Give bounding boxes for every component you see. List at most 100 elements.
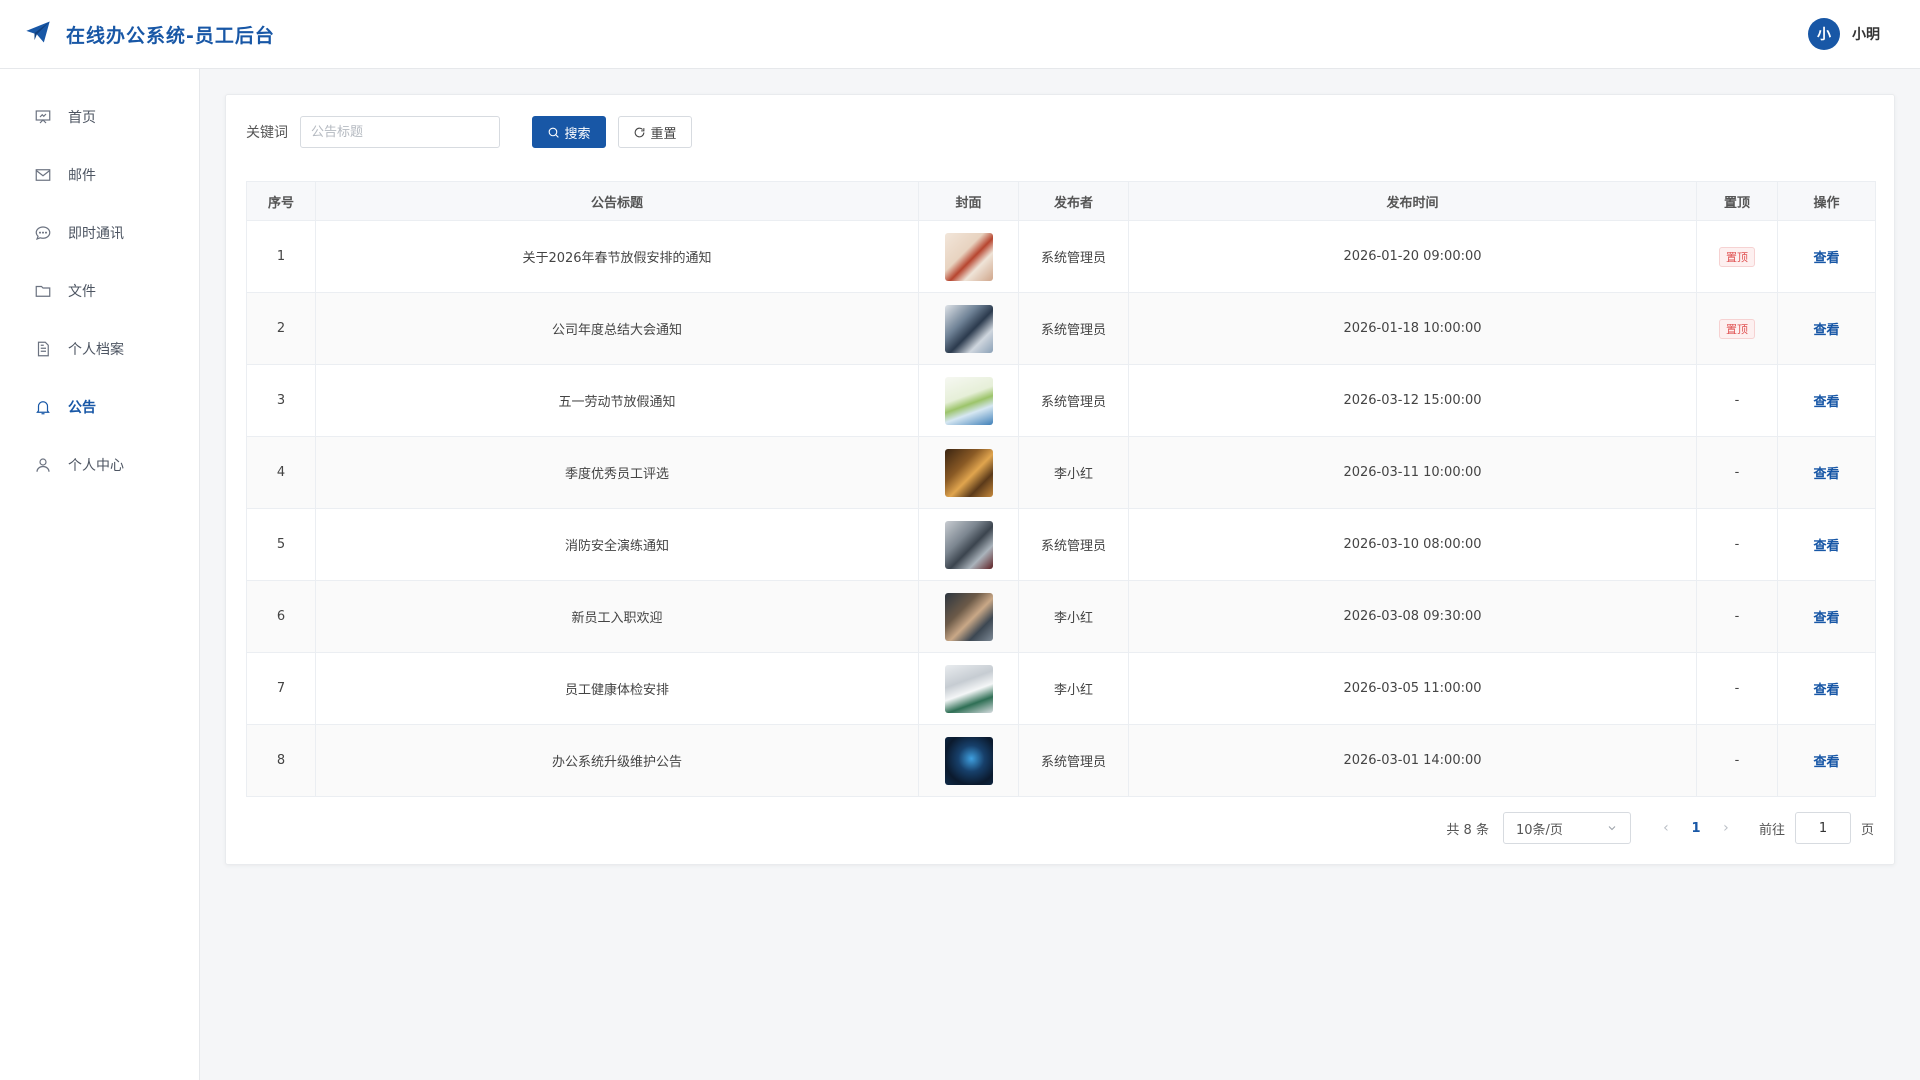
cover-image[interactable] xyxy=(944,448,993,497)
cell-no: 2 xyxy=(246,292,316,365)
cell-title: 季度优秀员工评选 xyxy=(315,436,919,509)
view-link[interactable]: 查看 xyxy=(1813,323,1839,338)
cell-time: 2026-03-12 15:00:00 xyxy=(1128,364,1697,437)
sidebar-item-label: 个人档案 xyxy=(68,342,124,358)
view-link[interactable]: 查看 xyxy=(1813,395,1839,410)
user-menu[interactable]: 小 小明 xyxy=(1808,18,1880,50)
cover-image[interactable] xyxy=(944,736,993,785)
announcement-card: 关键词 搜索 重置 序号 公告标题 封面 发布者 发布时间 xyxy=(225,94,1895,865)
pinned-tag: 置顶 xyxy=(1719,246,1755,267)
avatar[interactable]: 小 xyxy=(1808,18,1840,50)
sidebar-item-label: 首页 xyxy=(68,110,96,126)
goto-page-input[interactable] xyxy=(1794,812,1851,844)
reset-button[interactable]: 重置 xyxy=(618,116,692,148)
next-page-button[interactable]: › xyxy=(1713,820,1739,836)
column-header-pinned[interactable]: 置顶 xyxy=(1696,181,1778,221)
cell-pinned: - xyxy=(1696,580,1778,653)
cell-action: 查看 xyxy=(1777,220,1876,293)
cell-title: 五一劳动节放假通知 xyxy=(315,364,919,437)
brand: 在线办公系统-员工后台 xyxy=(24,18,275,50)
cell-no: 3 xyxy=(246,364,316,437)
search-icon xyxy=(549,127,560,138)
chat-icon xyxy=(35,226,51,241)
cell-time: 2026-03-11 10:00:00 xyxy=(1128,436,1697,509)
cell-cover xyxy=(918,724,1019,797)
cell-no: 6 xyxy=(246,580,316,653)
cell-cover xyxy=(918,580,1019,653)
cell-title: 办公系统升级维护公告 xyxy=(315,724,919,797)
sidebar-item-label: 邮件 xyxy=(68,168,96,184)
column-header-title[interactable]: 公告标题 xyxy=(315,181,919,221)
sidebar-item-mail[interactable]: 邮件 xyxy=(0,146,199,204)
cell-pinned: - xyxy=(1696,652,1778,725)
table-row: 1 关于2026年春节放假安排的通知 系统管理员 2026-01-20 09:0… xyxy=(246,220,1876,293)
cell-title: 关于2026年春节放假安排的通知 xyxy=(315,220,919,293)
sidebar-item-label: 即时通讯 xyxy=(68,226,124,242)
page-size-select[interactable]: 10条/页 xyxy=(1502,812,1631,844)
view-link[interactable]: 查看 xyxy=(1813,467,1839,482)
view-link[interactable]: 查看 xyxy=(1813,539,1839,554)
sidebar-item-home[interactable]: 首页 xyxy=(0,88,199,146)
column-header-time[interactable]: 发布时间 xyxy=(1128,181,1697,221)
cell-action: 查看 xyxy=(1777,508,1876,581)
table-row: 7 员工健康体检安排 李小红 2026-03-05 11:00:00 - 查看 xyxy=(246,652,1876,725)
cell-time: 2026-03-10 08:00:00 xyxy=(1128,508,1697,581)
column-header-publisher[interactable]: 发布者 xyxy=(1018,181,1129,221)
cell-title: 员工健康体检安排 xyxy=(315,652,919,725)
goto-label: 前往 xyxy=(1758,822,1785,838)
cell-time: 2026-03-08 09:30:00 xyxy=(1128,580,1697,653)
cell-title: 消防安全演练通知 xyxy=(315,508,919,581)
prev-page-button[interactable]: ‹ xyxy=(1653,820,1679,836)
view-link[interactable]: 查看 xyxy=(1813,755,1839,770)
cell-action: 查看 xyxy=(1777,292,1876,365)
view-link[interactable]: 查看 xyxy=(1813,611,1839,626)
cover-image[interactable] xyxy=(944,232,993,281)
table-row: 2 公司年度总结大会通知 系统管理员 2026-01-18 10:00:00 置… xyxy=(246,292,1876,365)
cover-image[interactable] xyxy=(944,304,993,353)
user-name[interactable]: 小明 xyxy=(1852,24,1880,44)
sidebar-item-chat[interactable]: 即时通讯 xyxy=(0,204,199,262)
cover-image[interactable] xyxy=(944,376,993,425)
table-row: 3 五一劳动节放假通知 系统管理员 2026-03-12 15:00:00 - … xyxy=(246,364,1876,437)
column-header-cover[interactable]: 封面 xyxy=(918,181,1019,221)
sidebar-item-user-center[interactable]: 个人中心 xyxy=(0,436,199,494)
cell-publisher: 李小红 xyxy=(1018,436,1129,509)
cell-publisher: 系统管理员 xyxy=(1018,508,1129,581)
cell-publisher: 系统管理员 xyxy=(1018,724,1129,797)
cell-time: 2026-01-20 09:00:00 xyxy=(1128,220,1697,293)
cell-cover xyxy=(918,436,1019,509)
cell-pinned: - xyxy=(1696,364,1778,437)
column-header-action[interactable]: 操作 xyxy=(1777,181,1876,221)
search-button-label: 搜索 xyxy=(564,126,591,142)
cell-publisher: 系统管理员 xyxy=(1018,292,1129,365)
sidebar-item-profile-archive[interactable]: 个人档案 xyxy=(0,320,199,378)
cell-time: 2026-03-01 14:00:00 xyxy=(1128,724,1697,797)
table-row: 4 季度优秀员工评选 李小红 2026-03-11 10:00:00 - 查看 xyxy=(246,436,1876,509)
chevron-down-icon xyxy=(1608,826,1616,831)
view-link[interactable]: 查看 xyxy=(1813,683,1839,698)
cell-action: 查看 xyxy=(1777,436,1876,509)
cell-publisher: 系统管理员 xyxy=(1018,220,1129,293)
search-button[interactable]: 搜索 xyxy=(532,116,606,148)
cover-image[interactable] xyxy=(944,592,993,641)
cell-no: 4 xyxy=(246,436,316,509)
view-link[interactable]: 查看 xyxy=(1813,251,1839,266)
sidebar-item-announcements[interactable]: 公告 xyxy=(0,378,199,436)
column-header-no[interactable]: 序号 xyxy=(246,181,316,221)
table-row: 5 消防安全演练通知 系统管理员 2026-03-10 08:00:00 - 查… xyxy=(246,508,1876,581)
keyword-input[interactable] xyxy=(300,116,500,148)
cell-pinned: 置顶 xyxy=(1696,220,1778,293)
page-number-current[interactable]: 1 xyxy=(1679,821,1713,836)
table-row: 6 新员工入职欢迎 李小红 2026-03-08 09:30:00 - 查看 xyxy=(246,580,1876,653)
refresh-icon xyxy=(635,127,645,137)
mail-icon xyxy=(35,169,51,181)
cell-publisher: 李小红 xyxy=(1018,580,1129,653)
cover-image[interactable] xyxy=(944,664,993,713)
cell-action: 查看 xyxy=(1777,580,1876,653)
cell-publisher: 李小红 xyxy=(1018,652,1129,725)
cell-cover xyxy=(918,508,1019,581)
cover-image[interactable] xyxy=(944,520,993,569)
search-bar: 关键词 搜索 重置 xyxy=(246,116,692,148)
cell-cover xyxy=(918,652,1019,725)
sidebar-item-files[interactable]: 文件 xyxy=(0,262,199,320)
